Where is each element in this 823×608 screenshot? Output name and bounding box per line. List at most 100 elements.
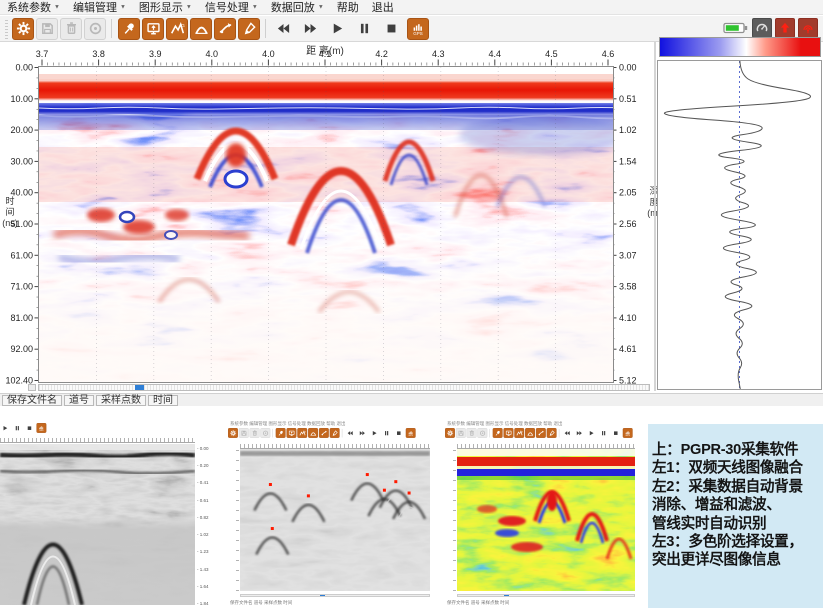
- mini-depth-tick-label: - 1.84: [197, 601, 209, 606]
- horizontal-scrollbar[interactable]: [38, 384, 650, 391]
- tray-icon-battery[interactable]: [723, 19, 749, 37]
- distance-tick-label: 4.0: [206, 49, 219, 59]
- toolbar-button-pause[interactable]: [353, 18, 375, 40]
- mini-time-axis: [236, 449, 239, 591]
- distance-tick-label: 4.0: [262, 49, 275, 59]
- caption-line: 左2：采集数据自动背景: [652, 478, 821, 496]
- thumbnail-color-palette: 系统参数 编辑管理 图形显示 信号处理 数据回放 帮助 退出 GGPS: [445, 421, 646, 607]
- toolbar-button-display-mode: [287, 428, 297, 438]
- status-tab-4[interactable]: 时间: [148, 395, 178, 406]
- status-tab-3[interactable]: 采样点数: [96, 395, 146, 406]
- toolbar-button-hyperbola: [525, 428, 535, 438]
- toolbar-button-save: [456, 428, 466, 438]
- toolbar-button-pin-marker: [493, 428, 503, 438]
- toolbar-button-gps: GPS: [623, 428, 633, 438]
- mini-depth-tick-label: - 1.23: [197, 549, 209, 554]
- menu-bar: 系统参数▼编辑管理▼图形显示▼信号处理▼数据回放▼帮助退出: [0, 0, 823, 15]
- menu-item-7[interactable]: 退出: [372, 0, 394, 15]
- toolbar-button-pause: [381, 428, 391, 438]
- menu-item-label: 编辑管理: [73, 0, 117, 15]
- toolbar-button-delete: [467, 428, 477, 438]
- toolbar-button-hyperbola[interactable]: [190, 18, 212, 40]
- menu-item-label: 数据回放: [271, 0, 315, 15]
- time-tick-label: 30.00: [10, 156, 33, 166]
- toolbar-separator: [111, 19, 112, 38]
- depth-tick-label: 2.56: [619, 219, 637, 229]
- menu-item-1[interactable]: 系统参数▼: [7, 0, 60, 15]
- toolbar-button-display-mode[interactable]: [142, 18, 164, 40]
- toolbar-button-settings[interactable]: [12, 18, 34, 40]
- pipe-marker: [408, 492, 411, 495]
- pipe-marker: [307, 494, 310, 497]
- toolbar-button-erase[interactable]: [238, 18, 260, 40]
- mini-scrollbar-thumb: [504, 595, 509, 596]
- toolbar-button-pin-marker[interactable]: [118, 18, 140, 40]
- tray-icon-gauge[interactable]: [752, 18, 772, 38]
- pane-divider: [654, 42, 656, 391]
- gps-label: GPS: [409, 435, 413, 437]
- thumbnail-auto-detection: 系统参数 编辑管理 图形显示 信号处理 数据回放 帮助 退出 GGPS 保存文件…: [228, 421, 437, 607]
- time-axis: 0.0010.0020.0030.0040.0051.0061.0071.008…: [0, 66, 38, 382]
- menu-item-4[interactable]: 信号处理▼: [205, 0, 258, 15]
- tray-icon-antenna[interactable]: [798, 18, 818, 38]
- distance-tick-label: 4.5: [545, 49, 558, 59]
- menu-dropdown-arrow: ▼: [318, 5, 324, 11]
- toolbar-button-gain[interactable]: G: [166, 18, 188, 40]
- menu-item-6[interactable]: 帮助: [337, 0, 359, 15]
- toolbar-button-hyperbola: [308, 428, 318, 438]
- toolbar-button-filter: [536, 428, 546, 438]
- time-tick-label: 10.00: [10, 94, 33, 104]
- status-tab-2[interactable]: 道号: [64, 395, 94, 406]
- toolbar-button-rewind[interactable]: [272, 18, 294, 40]
- toolbar-button-stop[interactable]: [380, 18, 402, 40]
- mini-depth-tick-label: - 0.00: [197, 446, 209, 451]
- toolbar-button-save: [239, 428, 249, 438]
- svg-text:G: G: [181, 23, 185, 28]
- depth-axis: 0.000.511.021.542.052.563.073.584.104.61…: [613, 66, 653, 382]
- trace-waveform: [658, 61, 821, 389]
- caption-line: 突出更详尽图像信息: [652, 551, 821, 569]
- distance-tick-label: 3.7: [36, 49, 49, 59]
- depth-tick-label: 0.00: [619, 63, 637, 73]
- menu-item-3[interactable]: 图形显示▼: [139, 0, 192, 15]
- distance-tick-label: 4.2: [375, 49, 388, 59]
- toolbar-button-record[interactable]: [84, 18, 106, 40]
- depth-tick-label: 3.58: [619, 282, 637, 292]
- scrollbar-thumb[interactable]: [135, 385, 144, 390]
- toolbar-button-delete[interactable]: [60, 18, 82, 40]
- depth-tick-label: 0.51: [619, 94, 637, 104]
- toolbar-button-gps: GPS: [406, 428, 416, 438]
- toolbar-button-fast-forward: [357, 428, 367, 438]
- distance-axis: 3.73.83.94.04.04.14.24.34.44.54.6: [38, 49, 612, 66]
- distance-tick-label: 4.6: [602, 49, 615, 59]
- toolbar-button-filter[interactable]: [214, 18, 236, 40]
- toolbar-button-play[interactable]: [326, 18, 348, 40]
- trace-panel: [657, 60, 822, 390]
- depth-tick-label: 1.02: [619, 125, 637, 135]
- menu-item-2[interactable]: 编辑管理▼: [73, 0, 126, 15]
- toolbar-button-save[interactable]: [36, 18, 58, 40]
- status-tab-1[interactable]: 保存文件名: [2, 395, 62, 406]
- caption-line: 左3：多色阶选择设置，: [652, 533, 821, 551]
- menu-item-5[interactable]: 数据回放▼: [271, 0, 324, 15]
- thumbnail-dual-frequency-fusion: GPS - 0.00- 0.20- 0.41- 0.61- 0.82- 1.02…: [0, 423, 219, 607]
- scroll-corner-box: [28, 384, 36, 391]
- toolbar-button-delete: [250, 428, 260, 438]
- toolbar-button-display-mode: [504, 428, 514, 438]
- distance-tick-label: 4.3: [432, 49, 445, 59]
- status-bar: 保存文件名道号采样点数时间: [0, 393, 823, 406]
- toolbar-button-play: [369, 428, 379, 438]
- toolbar-button-fast-forward[interactable]: [299, 18, 321, 40]
- mini-depth-tick-label: - 0.20: [197, 463, 209, 468]
- menu-item-label: 系统参数: [7, 0, 51, 15]
- toolbar-button-gain: G: [297, 428, 307, 438]
- menu-dropdown-arrow: ▼: [120, 5, 126, 11]
- toolbar-button-gps[interactable]: GPS: [407, 18, 429, 40]
- mini-menu-bar: 系统参数 编辑管理 图形显示 信号处理 数据回放 帮助 退出: [230, 421, 435, 427]
- depth-tick-label: 2.05: [619, 188, 637, 198]
- radargram-canvas[interactable]: [38, 66, 614, 383]
- mini-depth-axis: - 0.00- 0.20- 0.41- 0.61- 0.82- 1.02- 1.…: [197, 444, 219, 605]
- gps-label: GPS: [626, 435, 630, 437]
- tray-icon-upload[interactable]: [775, 18, 795, 38]
- toolbar-button-erase: [330, 428, 340, 438]
